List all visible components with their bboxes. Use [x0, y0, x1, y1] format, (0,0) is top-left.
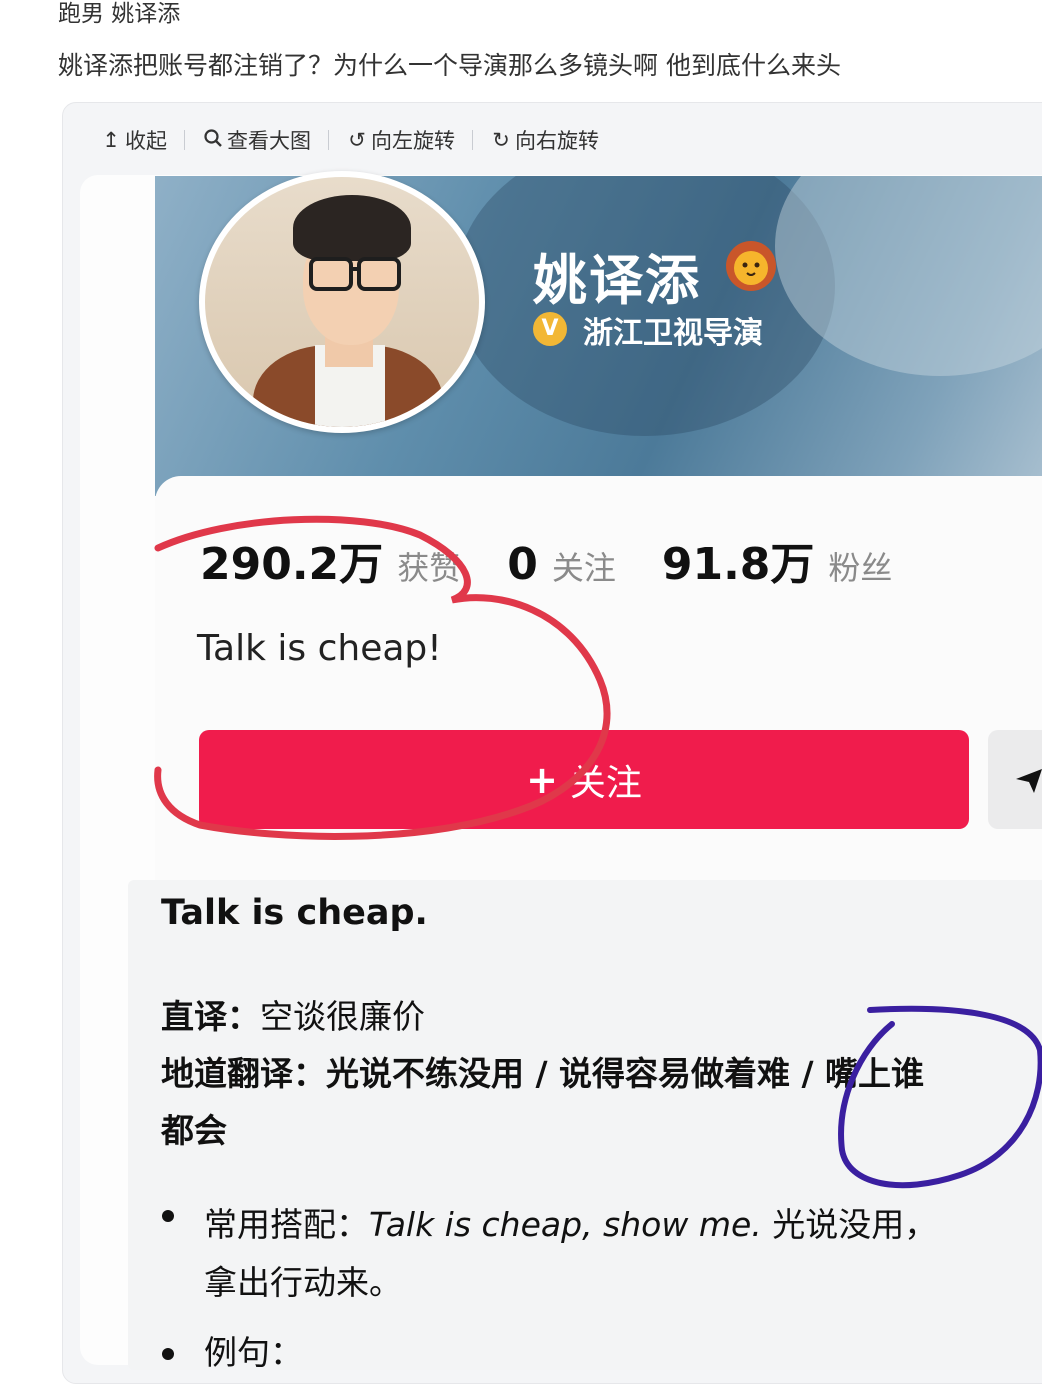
bullet-dot	[162, 1348, 174, 1360]
view-large-label: 查看大图	[227, 129, 311, 153]
image-toolbar: ↥ 收起 查看大图 ↺ 向左旋转 ↻ 向右旋转	[100, 122, 599, 158]
rotate-right-button[interactable]: ↻ 向右旋转	[490, 125, 599, 155]
rotate-right-icon: ↻	[492, 128, 510, 152]
collocation-cont: 拿出行动来。	[204, 1263, 402, 1302]
verified-badge-icon: V	[533, 312, 567, 346]
toolbar-divider	[328, 130, 329, 150]
idiomatic-translation-cont: 都会	[161, 1104, 227, 1152]
stat-label: 获赞	[397, 549, 462, 587]
literal-translation: 直译：空谈很廉价	[161, 990, 425, 1038]
profile-name: 姚译添	[533, 249, 701, 312]
stat-followers[interactable]: 91.8万 粉丝	[662, 528, 893, 592]
stat-label: 关注	[551, 549, 616, 587]
dictionary-heading: Talk is cheap.	[161, 893, 428, 933]
toolbar-divider	[472, 130, 473, 150]
post-tags: 跑男 姚译添	[58, 1, 181, 27]
collapse-label: 收起	[125, 129, 167, 153]
idiomatic-text: 光说不练没用 / 说得容易做着难 / 嘴上谁	[326, 1054, 925, 1093]
stat-value: 91.8万	[661, 539, 815, 590]
verified-title: 浙江卫视导演	[583, 316, 763, 351]
send-message-button[interactable]	[988, 730, 1042, 829]
plus-icon: +	[526, 757, 558, 802]
rotate-left-button[interactable]: ↺ 向左旋转	[346, 125, 455, 155]
avatar[interactable]	[199, 171, 485, 433]
collocation: 常用搭配：Talk is cheap, show me. 光说没用，	[204, 1198, 937, 1246]
example-label: 例句：	[204, 1333, 303, 1372]
collocation-label: 常用搭配：	[204, 1205, 369, 1244]
follow-label: 关注	[569, 762, 642, 804]
collapse-button[interactable]: ↥ 收起	[100, 125, 167, 155]
rotate-right-label: 向右旋转	[515, 129, 599, 153]
stat-likes[interactable]: 290.2万 获赞	[200, 528, 461, 592]
arrow-up-icon: ↥	[102, 128, 120, 152]
literal-label: 直译：	[161, 997, 260, 1036]
toolbar-divider	[184, 130, 185, 150]
lion-badge-icon	[726, 241, 776, 291]
view-large-button[interactable]: 查看大图	[202, 125, 311, 155]
bullet-dot	[162, 1210, 174, 1222]
magnifier-icon	[202, 128, 224, 153]
follow-button[interactable]: + 关注	[199, 730, 969, 829]
idiomatic-label: 地道翻译：	[161, 1054, 326, 1093]
post-headline: 姚译添把账号都注销了？为什么一个导演那么多镜头啊 他到底什么来头	[58, 51, 841, 80]
send-icon	[1016, 768, 1042, 793]
stat-label: 粉丝	[828, 549, 893, 587]
stat-following[interactable]: 0 关注	[507, 539, 616, 590]
rotate-left-label: 向左旋转	[371, 129, 455, 153]
stat-value: 0	[507, 539, 538, 590]
literal-text: 空谈很廉价	[260, 997, 425, 1036]
idiomatic-translation: 地道翻译：光说不练没用 / 说得容易做着难 / 嘴上谁	[161, 1047, 924, 1095]
rotate-left-icon: ↺	[348, 128, 366, 152]
profile-stats: 290.2万 获赞 0 关注 91.8万 粉丝	[200, 528, 892, 592]
profile-bio: Talk is cheap!	[197, 628, 442, 669]
collocation-zh: 光说没用，	[772, 1205, 938, 1244]
collocation-en: Talk is cheap, show me.	[369, 1205, 762, 1244]
idiomatic-text-cont: 都会	[161, 1111, 227, 1150]
stat-value: 290.2万	[200, 539, 384, 590]
